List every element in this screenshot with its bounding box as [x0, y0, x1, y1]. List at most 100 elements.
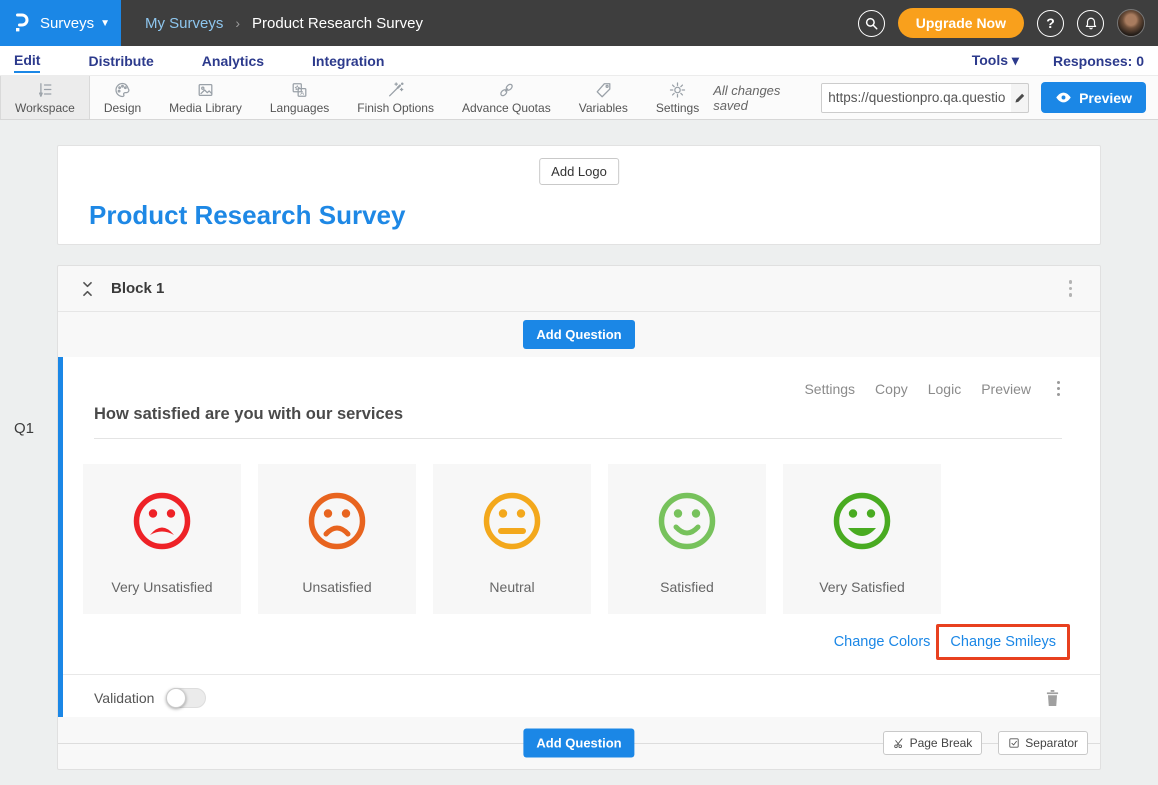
- topbar: Surveys ▼ My Surveys › Product Research …: [0, 0, 1158, 46]
- question-logic-link[interactable]: Logic: [928, 381, 961, 397]
- survey-header-card: Add Logo Product Research Survey: [57, 145, 1101, 245]
- change-smileys-highlight: Change Smileys: [936, 624, 1070, 660]
- unsatisfied-smiley-icon: [305, 489, 369, 553]
- bell-icon: [1084, 16, 1098, 31]
- toolbar-label: Languages: [270, 101, 329, 115]
- question-preview-link[interactable]: Preview: [981, 381, 1031, 397]
- toolbar-item-design[interactable]: Design: [90, 76, 155, 119]
- block-title[interactable]: Block 1: [111, 280, 164, 297]
- very-unsatisfied-smiley-icon: [130, 489, 194, 553]
- toolbar-item-advance-quotas[interactable]: Advance Quotas: [448, 76, 565, 119]
- tab-integration[interactable]: Integration: [312, 49, 384, 72]
- preview-button[interactable]: Preview: [1041, 82, 1146, 113]
- question-mark-icon: ?: [1046, 15, 1055, 31]
- smiley-option-unsatisfied[interactable]: Unsatisfied: [258, 464, 416, 614]
- design-palette-icon: [113, 81, 132, 99]
- page-break-icon: [893, 737, 905, 749]
- survey-editor-app: Surveys ▼ My Surveys › Product Research …: [0, 0, 1158, 785]
- gear-icon: [668, 81, 687, 99]
- app-menu-label: Surveys: [40, 15, 94, 32]
- question-actions: Settings Copy Logic Preview: [804, 377, 1064, 400]
- neutral-smiley-icon: [480, 489, 544, 553]
- toolbar-item-media-library[interactable]: Media Library: [155, 76, 256, 119]
- breadcrumb-separator-icon: ›: [235, 15, 240, 31]
- topbar-actions: Upgrade Now ?: [858, 8, 1158, 38]
- chain-link-icon: [497, 81, 516, 99]
- question-text-underline: [94, 438, 1062, 439]
- toolbar-label: Variables: [579, 101, 628, 115]
- toolbar-label: Workspace: [15, 101, 75, 115]
- toolbar-item-workspace[interactable]: Workspace: [0, 76, 90, 119]
- add-question-button-bottom[interactable]: Add Question: [523, 729, 634, 758]
- search-icon: [864, 16, 879, 31]
- checkbox-checked-icon: [1008, 737, 1020, 749]
- toolbar-item-variables[interactable]: Variables: [565, 76, 642, 119]
- smiley-label: Unsatisfied: [302, 579, 371, 595]
- validation-row: Validation: [63, 675, 1100, 720]
- editor-toolbar: Workspace Design Media Library A: [0, 75, 1158, 120]
- smiley-edit-links: Change Colors Change Smileys: [63, 624, 1070, 660]
- smiley-label: Neutral: [489, 579, 534, 595]
- pencil-icon: [1013, 91, 1027, 105]
- edit-url-button[interactable]: [1011, 84, 1028, 112]
- toolbar-item-languages[interactable]: A Languages: [256, 76, 343, 119]
- smiley-option-neutral[interactable]: Neutral: [433, 464, 591, 614]
- eye-icon: [1055, 91, 1072, 104]
- survey-title[interactable]: Product Research Survey: [89, 200, 405, 231]
- breadcrumb: My Surveys › Product Research Survey: [145, 15, 423, 32]
- survey-url-input[interactable]: [822, 84, 1011, 112]
- tools-menu[interactable]: Tools ▾: [972, 52, 1019, 69]
- add-question-button-top[interactable]: Add Question: [523, 320, 634, 349]
- question-copy-link[interactable]: Copy: [875, 381, 908, 397]
- tag-icon: [594, 81, 613, 99]
- question-card: Settings Copy Logic Preview How satisfie…: [58, 357, 1100, 717]
- validation-label: Validation: [94, 690, 154, 706]
- app-switcher[interactable]: Surveys ▼: [0, 0, 121, 46]
- toolbar-item-finish-options[interactable]: Finish Options: [343, 76, 448, 119]
- question-menu-button[interactable]: [1053, 377, 1064, 400]
- survey-canvas: Q1 Add Logo Product Research Survey Bloc…: [0, 120, 1158, 770]
- responses-count[interactable]: Responses: 0: [1053, 53, 1144, 69]
- add-question-row-top: Add Question: [58, 312, 1100, 357]
- tab-edit[interactable]: Edit: [14, 48, 40, 73]
- upgrade-now-button[interactable]: Upgrade Now: [898, 8, 1024, 38]
- delete-question-button[interactable]: [1045, 689, 1060, 707]
- svg-text:A: A: [300, 90, 304, 96]
- translate-icon: A: [290, 81, 309, 99]
- breadcrumb-my-surveys[interactable]: My Surveys: [145, 15, 223, 32]
- toolbar-label: Advance Quotas: [462, 101, 551, 115]
- tab-distribute[interactable]: Distribute: [88, 49, 153, 72]
- user-avatar[interactable]: [1117, 9, 1145, 37]
- add-logo-button[interactable]: Add Logo: [539, 158, 619, 185]
- block-menu-button[interactable]: [1065, 276, 1077, 301]
- validation-toggle[interactable]: [166, 688, 206, 708]
- section-tabs: Edit Distribute Analytics Integration To…: [0, 46, 1158, 75]
- smiley-option-very-satisfied[interactable]: Very Satisfied: [783, 464, 941, 614]
- smiley-option-very-unsatisfied[interactable]: Very Unsatisfied: [83, 464, 241, 614]
- toolbar-label: Settings: [656, 101, 699, 115]
- collapse-icon: [81, 281, 94, 297]
- smiley-label: Very Unsatisfied: [111, 579, 212, 595]
- change-smileys-link[interactable]: Change Smileys: [950, 634, 1056, 650]
- separator-button[interactable]: Separator: [998, 731, 1088, 755]
- toolbar-label: Finish Options: [357, 101, 434, 115]
- image-icon: [196, 81, 215, 99]
- smiley-label: Very Satisfied: [819, 579, 905, 595]
- trash-icon: [1045, 689, 1060, 707]
- smiley-option-satisfied[interactable]: Satisfied: [608, 464, 766, 614]
- toolbar-label: Design: [104, 101, 141, 115]
- question-number: Q1: [14, 420, 34, 437]
- breadcrumb-current-survey: Product Research Survey: [252, 15, 423, 32]
- notifications-button[interactable]: [1077, 10, 1104, 37]
- question-settings-link[interactable]: Settings: [804, 381, 855, 397]
- help-button[interactable]: ?: [1037, 10, 1064, 37]
- toolbar-item-settings[interactable]: Settings: [642, 76, 713, 119]
- block-header: Block 1: [58, 266, 1100, 312]
- change-colors-link[interactable]: Change Colors: [834, 634, 931, 650]
- search-button[interactable]: [858, 10, 885, 37]
- collapse-block-button[interactable]: [78, 280, 96, 298]
- chevron-down-icon: ▼: [100, 18, 110, 29]
- tab-analytics[interactable]: Analytics: [202, 49, 264, 72]
- page-break-button[interactable]: Page Break: [883, 731, 983, 755]
- smiley-scale: Very Unsatisfied Unsatisfied: [83, 464, 1100, 614]
